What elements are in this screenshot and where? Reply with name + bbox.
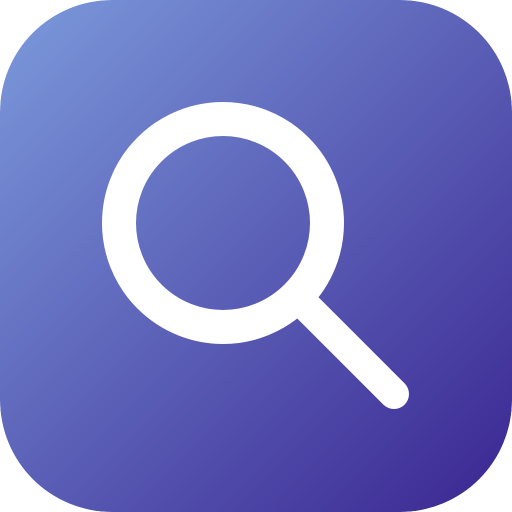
app-icon-background [0, 0, 512, 512]
app-icon[interactable] [0, 0, 512, 512]
app-icon-graphic [0, 0, 512, 512]
